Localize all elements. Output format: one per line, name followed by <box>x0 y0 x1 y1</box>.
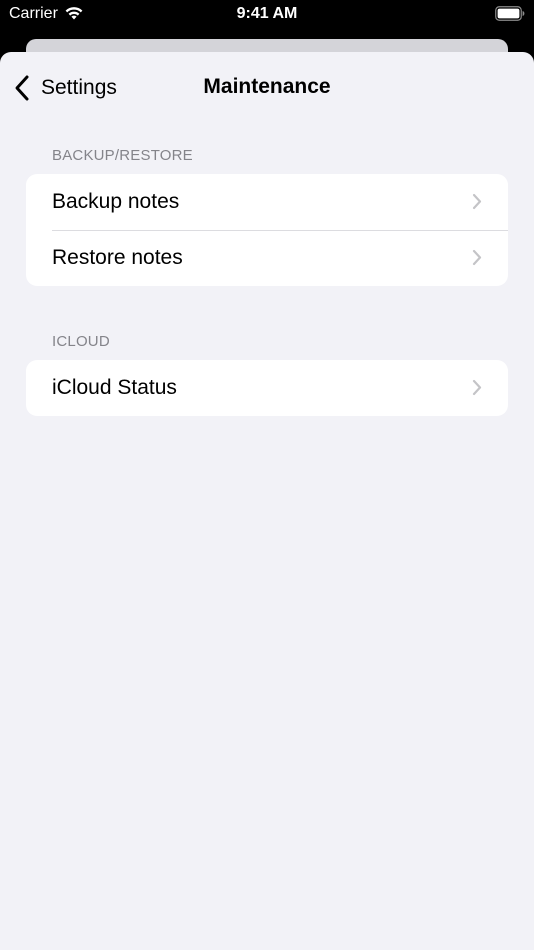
status-time: 9:41 AM <box>236 5 298 22</box>
navigation-bar: Settings Maintenance <box>0 52 534 124</box>
battery-icon <box>495 6 525 21</box>
maintenance-sheet: Settings Maintenance BACKUP/RESTORE Back… <box>0 52 534 950</box>
chevron-right-icon <box>472 193 482 210</box>
chevron-right-icon <box>472 249 482 266</box>
section-header-icloud: ICLOUD <box>52 333 110 350</box>
list-item-restore-notes[interactable]: Restore notes <box>26 230 508 286</box>
chevron-right-icon <box>472 379 482 396</box>
list-item-icloud-status[interactable]: iCloud Status <box>26 360 508 416</box>
list-item-backup-notes[interactable]: Backup notes <box>26 174 508 230</box>
settings-group-icloud: iCloud Status <box>26 360 508 416</box>
list-item-label: Backup notes <box>52 190 180 213</box>
list-item-label: iCloud Status <box>52 376 177 399</box>
status-bar: Carrier 9:41 AM <box>0 0 534 30</box>
page-title: Maintenance <box>203 75 331 98</box>
list-item-label: Restore notes <box>52 246 183 269</box>
settings-group-backup-restore: Backup notes Restore notes <box>26 174 508 286</box>
section-header-backup-restore: BACKUP/RESTORE <box>52 147 193 164</box>
